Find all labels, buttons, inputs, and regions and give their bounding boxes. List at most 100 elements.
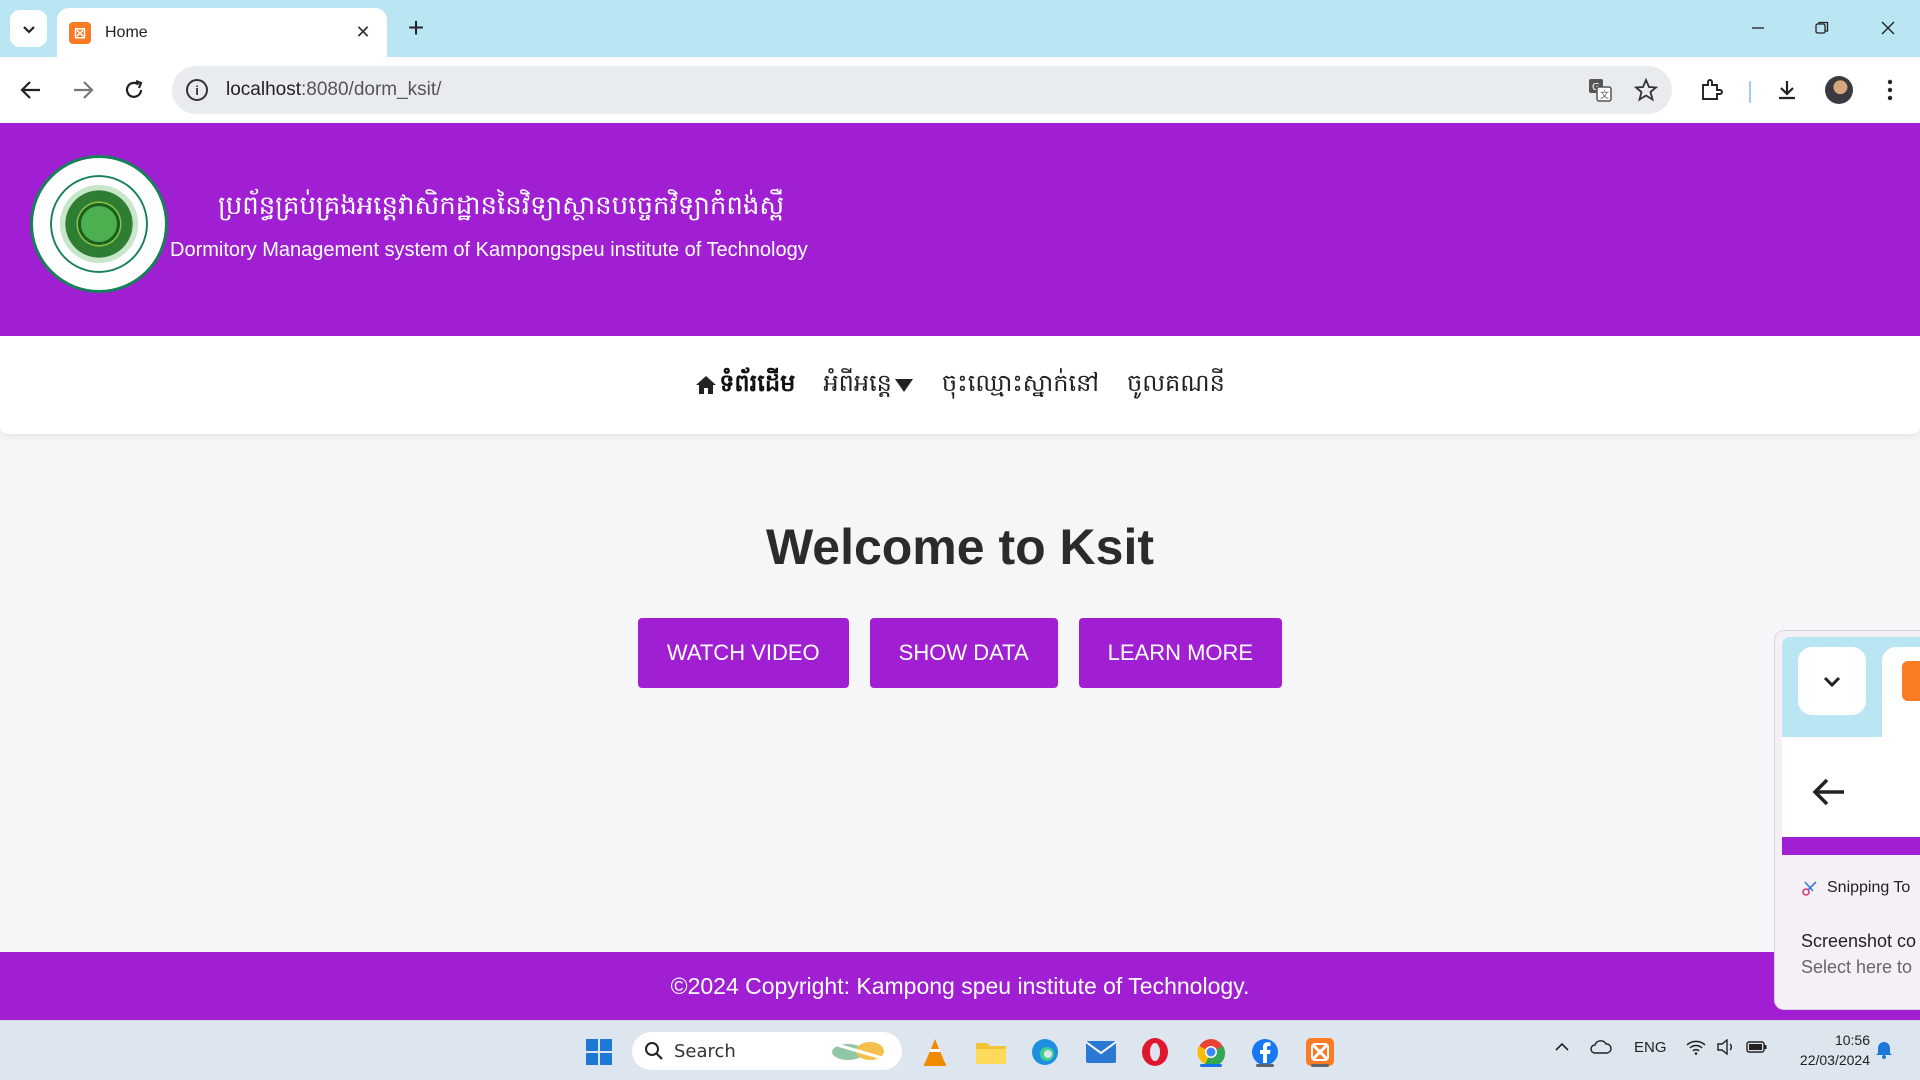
downloads-button[interactable] — [1770, 73, 1804, 107]
minimize-icon — [1752, 27, 1764, 29]
site-title-english: Dormitory Management system of Kampongsp… — [170, 239, 808, 261]
system-clock[interactable]: 10:56 22/03/2024 — [1780, 1030, 1870, 1070]
restore-icon — [1815, 21, 1829, 34]
thumbnail-tab-button — [1798, 647, 1866, 715]
vlc-cone-icon — [924, 1039, 946, 1066]
url-text[interactable]: localhost:8080/dorm_ksit/ — [226, 79, 1580, 101]
nav-login-label: ចូលគណនី — [1126, 368, 1225, 397]
logo-gear-icon — [78, 203, 120, 245]
back-button[interactable] — [14, 73, 48, 107]
logo-emblem — [40, 165, 158, 283]
caret-down-icon — [894, 379, 913, 392]
more-vertical-icon — [1887, 79, 1893, 101]
taskbar-chrome[interactable] — [1192, 1033, 1230, 1071]
tab-title: Home — [105, 23, 148, 41]
snipping-tool-app-name: Snipping To — [1827, 879, 1911, 896]
main-navbar: ទំព័រដើម អំពីអន្តេ ចុះឈ្មោះស្នាក់នៅ ចូលគ… — [0, 336, 1920, 434]
url-host: localhost — [226, 79, 301, 100]
footer-copyright: ©2024 Copyright: Kampong speu institute … — [670, 972, 1250, 999]
notification-bell-icon[interactable] — [1875, 1039, 1893, 1063]
thumbnail-header-strip — [1782, 837, 1920, 855]
toolbar-divider — [1749, 81, 1751, 103]
clock-time: 10:56 — [1834, 1032, 1870, 1048]
welcome-heading: Welcome to Ksit — [765, 519, 1155, 575]
chrome-running-indicator — [1200, 1064, 1222, 1067]
nav-about-label: អំពីអន្តេ — [823, 368, 892, 397]
xampp-favicon-icon: ⊠ — [69, 21, 91, 44]
browser-tab[interactable]: ⊠ Home ✕ — [57, 8, 387, 57]
tray-overflow-icon[interactable] — [1554, 1039, 1570, 1059]
nav-register-label: ចុះឈ្មោះស្នាក់នៅ — [941, 368, 1099, 397]
arrow-right-icon — [74, 81, 94, 99]
restore-button[interactable] — [1796, 8, 1848, 48]
learn-more-button[interactable]: LEARN MORE — [1078, 618, 1283, 688]
chevron-down-icon — [1823, 676, 1841, 688]
taskbar-search-box[interactable]: Search — [632, 1032, 902, 1070]
url-path: :8080/dorm_ksit/ — [301, 79, 442, 100]
start-button[interactable] — [580, 1033, 618, 1071]
wifi-icon[interactable] — [1686, 1039, 1706, 1059]
facebook-icon — [1252, 1039, 1278, 1065]
site-header: ប្រព័ន្ធគ្រប់គ្រងអន្តេវាសិកដ្ឋាននៃវិទ្យា… — [0, 123, 1920, 336]
site-title-khmer: ប្រព័ន្ធគ្រប់គ្រងអន្តេវាសិកដ្ឋាននៃវិទ្យា… — [218, 191, 785, 221]
tab-close-icon[interactable]: ✕ — [351, 22, 375, 43]
snipping-tool-notification[interactable]: Snipping To Screenshot co Select here to — [1774, 630, 1920, 1010]
taskbar-search-label: Search — [674, 1040, 736, 1062]
facebook-running-indicator — [1256, 1064, 1274, 1067]
reload-icon — [125, 79, 143, 98]
taskbar-mail[interactable] — [1082, 1033, 1120, 1071]
chrome-icon — [1197, 1039, 1226, 1067]
extensions-button[interactable] — [1694, 73, 1728, 107]
address-bar[interactable]: i localhost:8080/dorm_ksit/ G文 — [172, 66, 1672, 114]
xampp-running-indicator — [1311, 1064, 1329, 1067]
close-window-button[interactable] — [1862, 8, 1914, 48]
notification-subtitle: Select here to — [1801, 957, 1913, 977]
snipping-tool-app-row: Snipping To — [1801, 879, 1910, 897]
home-icon — [696, 376, 717, 394]
edge-icon — [1032, 1039, 1058, 1065]
site-info-icon[interactable]: i — [186, 79, 208, 101]
nav-register[interactable]: ចុះឈ្មោះស្នាក់នៅ — [942, 368, 1099, 403]
network-cloud-icon[interactable] — [1590, 1039, 1612, 1059]
nav-home-label: ទំព័រដើម — [719, 368, 796, 397]
taskbar-facebook[interactable] — [1246, 1033, 1284, 1071]
search-highlight-icon — [832, 1042, 884, 1060]
scissors-icon — [1802, 881, 1817, 896]
notification-title: Screenshot co — [1801, 931, 1917, 951]
watch-video-button[interactable]: WATCH VIDEO — [637, 618, 849, 688]
taskbar-opera[interactable] — [1136, 1033, 1174, 1071]
show-data-button[interactable]: SHOW DATA — [869, 618, 1058, 688]
nav-home[interactable]: ទំព័រដើម — [695, 368, 795, 403]
minimize-button[interactable] — [1732, 8, 1784, 48]
forward-button[interactable] — [66, 73, 100, 107]
site-footer: ©2024 Copyright: Kampong speu institute … — [0, 952, 1920, 1020]
taskbar-file-explorer[interactable] — [972, 1033, 1010, 1071]
tab-search-button[interactable] — [10, 10, 47, 47]
translate-icon[interactable]: G文 — [1580, 70, 1620, 110]
search-icon — [645, 1042, 663, 1060]
volume-icon[interactable] — [1716, 1038, 1736, 1059]
language-indicator[interactable]: ENG — [1634, 1039, 1667, 1056]
nav-about-dropdown[interactable]: អំពីអន្តេ — [823, 368, 914, 403]
bookmark-star-icon[interactable] — [1626, 70, 1666, 110]
clock-date: 22/03/2024 — [1799, 1052, 1870, 1068]
arrow-left-icon — [20, 81, 40, 99]
screenshot-thumbnail[interactable] — [1782, 637, 1920, 855]
profile-avatar[interactable] — [1825, 76, 1853, 104]
taskbar-vlc[interactable] — [916, 1033, 954, 1071]
folder-icon — [976, 1043, 1006, 1064]
battery-icon[interactable] — [1746, 1039, 1768, 1059]
thumbnail-back-arrow-icon — [1812, 772, 1846, 817]
taskbar-xampp[interactable] — [1301, 1033, 1339, 1071]
reload-button[interactable] — [117, 73, 151, 107]
puzzle-icon — [1702, 79, 1723, 100]
windows-taskbar: Search ENG 10:56 22/03/2024 — [0, 1020, 1920, 1080]
chevron-down-icon — [22, 25, 35, 34]
download-icon — [1779, 81, 1795, 100]
new-tab-button[interactable]: + — [400, 12, 432, 44]
hero-button-row: WATCH VIDEO SHOW DATA LEARN MORE — [0, 618, 1920, 688]
browser-toolbar: i localhost:8080/dorm_ksit/ G文 — [0, 57, 1920, 123]
taskbar-edge[interactable] — [1026, 1033, 1064, 1071]
nav-login[interactable]: ចូលគណនី — [1127, 368, 1225, 403]
browser-menu-button[interactable] — [1873, 73, 1907, 107]
